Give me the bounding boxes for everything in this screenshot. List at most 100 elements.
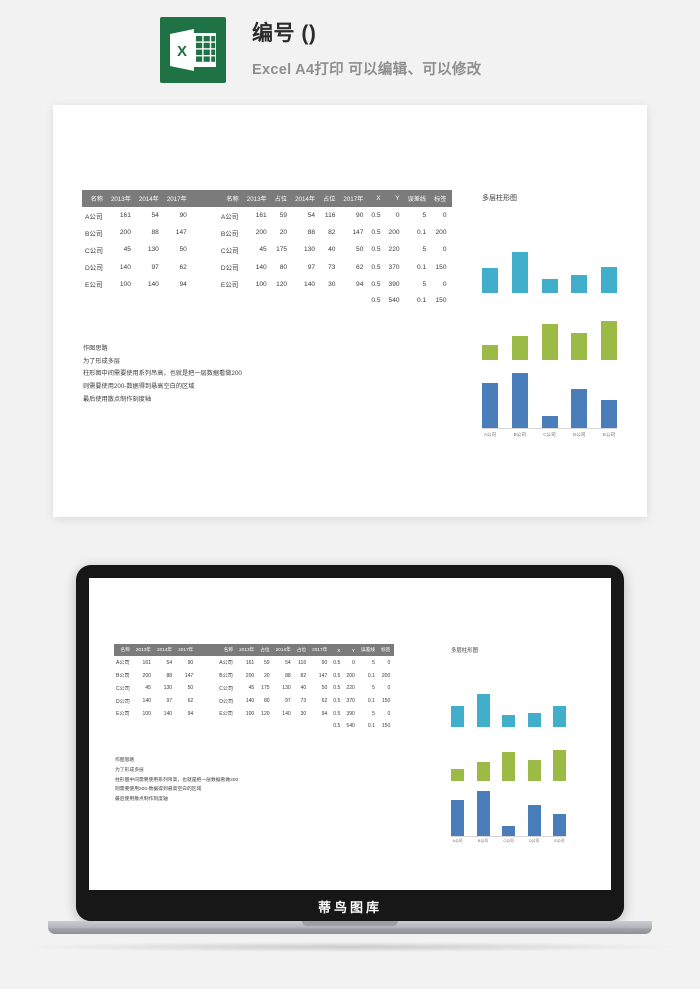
table-row: C公司 45 130 50 C公司 45 175 130 40 50 0.5 220 5 0 — [114, 682, 394, 695]
chart-bar[interactable] — [571, 275, 588, 293]
chart-bar[interactable] — [571, 389, 588, 428]
table-cell: B公司 — [116, 673, 130, 680]
multi-layer-bar-chart-laptop[interactable]: A公司 B公司 C公司 D公司 E公司 — [451, 672, 566, 854]
chart-bar[interactable] — [451, 799, 464, 836]
table-cell: 0.1 — [416, 296, 427, 304]
table-cell: 161 — [245, 659, 255, 666]
table-cell: A公司 — [219, 660, 233, 667]
table-cell-spacer — [197, 720, 217, 732]
table-cell: 175 — [276, 246, 288, 254]
watermark: 蒂鸟图库 — [317, 900, 382, 915]
table-column-header: 占位 — [271, 190, 293, 207]
table-cell-spacer — [192, 293, 218, 307]
chart-bar[interactable] — [511, 335, 528, 361]
table-cell: D公司 — [85, 265, 103, 273]
multi-layer-bar-chart[interactable]: A公司 B公司 C公司 D公司 E公司 — [482, 225, 617, 450]
table-cell: 147 — [184, 672, 194, 679]
notes-line: 柱形图中间需要使用系列吊高，也就是把一层数据看做200 — [115, 777, 239, 783]
chart-bar[interactable] — [451, 706, 464, 727]
chart-bar[interactable] — [502, 752, 515, 782]
table-cell: 88 — [307, 229, 316, 237]
table-cell: 390 — [346, 710, 355, 717]
chart-bar[interactable] — [527, 759, 541, 782]
table-cell: 94 — [187, 710, 194, 717]
table-cell: 130 — [147, 246, 159, 254]
table-cell: 82 — [328, 229, 336, 237]
chart-bar[interactable] — [482, 345, 498, 361]
chart-bar[interactable] — [601, 266, 617, 293]
chart-bar[interactable] — [511, 372, 528, 428]
worksheet-table: 名称 2013年 2014年 2017年 名称 2013年 占位 2014年 占位 2017年 X Y… — [82, 190, 452, 307]
chart-bar[interactable] — [571, 333, 588, 361]
chart-bar[interactable] — [553, 749, 566, 782]
chart-bar[interactable] — [482, 383, 498, 428]
table-cell: A公司 — [85, 213, 103, 221]
table-cell: 5 — [422, 280, 427, 288]
preview-card[interactable]: 名称 2013年 2014年 2017年 名称 2013年 占位 2014年 占位 2017年 X Y… — [53, 105, 647, 517]
table-cell: 54 — [166, 659, 173, 666]
table-cell-spacer — [197, 656, 217, 669]
laptop-notch — [302, 921, 398, 926]
table-row: B公司 200 88 147 B公司 200 20 88 82 147 0.5 200 0.1 200 — [82, 224, 452, 241]
chart-category-label: E公司 — [554, 839, 565, 843]
table-cell: 0 — [387, 685, 391, 692]
table-cell: 0.5 — [371, 263, 381, 271]
chart-bar[interactable] — [601, 400, 617, 428]
table-cell: 30 — [328, 280, 336, 288]
table-cell: D公司 — [219, 698, 234, 705]
table-cell: 140 — [255, 263, 267, 271]
table-column-header: 名称 — [114, 644, 134, 657]
notes-line: 为了形成多层 — [83, 357, 121, 365]
table-cell: 30 — [300, 710, 307, 717]
table-cell — [217, 720, 237, 732]
table-cell-spacer — [197, 708, 217, 721]
chart-panel[interactable]: 多层柱形图 A公司 B公司 C公司 D公司 E公司 — [482, 193, 617, 450]
chart-bar[interactable] — [553, 813, 566, 836]
table-cell — [237, 720, 258, 732]
table-cell: 0 — [352, 659, 355, 666]
table-cell: 0 — [395, 212, 400, 220]
chart-bar[interactable] — [541, 324, 558, 361]
chart-bar[interactable] — [541, 415, 558, 428]
table-cell: 161 — [142, 659, 152, 666]
table-cell — [82, 293, 108, 307]
table-column-header: 2017年 — [310, 644, 332, 657]
chart-bar[interactable] — [476, 791, 490, 836]
table-cell: 0.5 — [333, 723, 341, 730]
chart-bar[interactable] — [527, 804, 541, 836]
notes-line: 最后使用散点制作刻度轴 — [115, 797, 168, 803]
chart-category-label: D公司 — [528, 839, 540, 843]
table-cell: 20 — [263, 672, 270, 679]
table-cell: 50 — [187, 685, 194, 692]
table-cell: 73 — [328, 263, 336, 271]
chart-bar[interactable] — [541, 278, 558, 293]
table-column-header: Y — [385, 190, 405, 207]
chart-bar[interactable] — [511, 251, 528, 293]
page-subtitle: Excel A4打印 可以编辑、可以修改 — [252, 61, 482, 78]
table-cell: 90 — [187, 659, 194, 666]
chart-bar[interactable] — [527, 712, 541, 727]
chart-bar[interactable] — [451, 769, 464, 782]
table-cell: 90 — [356, 212, 364, 220]
chart-bar[interactable] — [476, 693, 490, 727]
table-column-header: 误差线 — [404, 190, 432, 207]
table-column-header: 2014年 — [292, 190, 321, 207]
notes-line: 柱形图中间需要使用系列吊高，也就是把一层数据看做200 — [83, 370, 242, 378]
chart-bar[interactable] — [476, 761, 490, 782]
table-cell: 90 — [321, 659, 328, 666]
chart-bar[interactable] — [482, 267, 498, 293]
table-cell: 200 — [381, 672, 391, 679]
table-column-header: 名称 — [217, 190, 244, 207]
chart-bar[interactable] — [601, 321, 617, 361]
laptop-screen[interactable]: 名称 2013年 2014年 2017年 名称 2013年 占位 2014年 占位 2017年 X Y… — [89, 578, 611, 890]
table-cell: C公司 — [116, 685, 130, 692]
table-cell-spacer — [192, 241, 218, 258]
page-title: 编号 () — [252, 22, 317, 46]
table-column-header: 标签 — [431, 190, 452, 207]
chart-bar[interactable] — [553, 705, 566, 727]
chart-bar[interactable] — [502, 715, 515, 727]
table-cell: 97 — [307, 263, 316, 271]
table-cell: 97 — [166, 698, 173, 705]
chart-panel-laptop[interactable]: 多层柱形图 A公司 B公司 C公司 D公司 E公司 — [451, 646, 566, 854]
chart-bar[interactable] — [502, 825, 515, 836]
